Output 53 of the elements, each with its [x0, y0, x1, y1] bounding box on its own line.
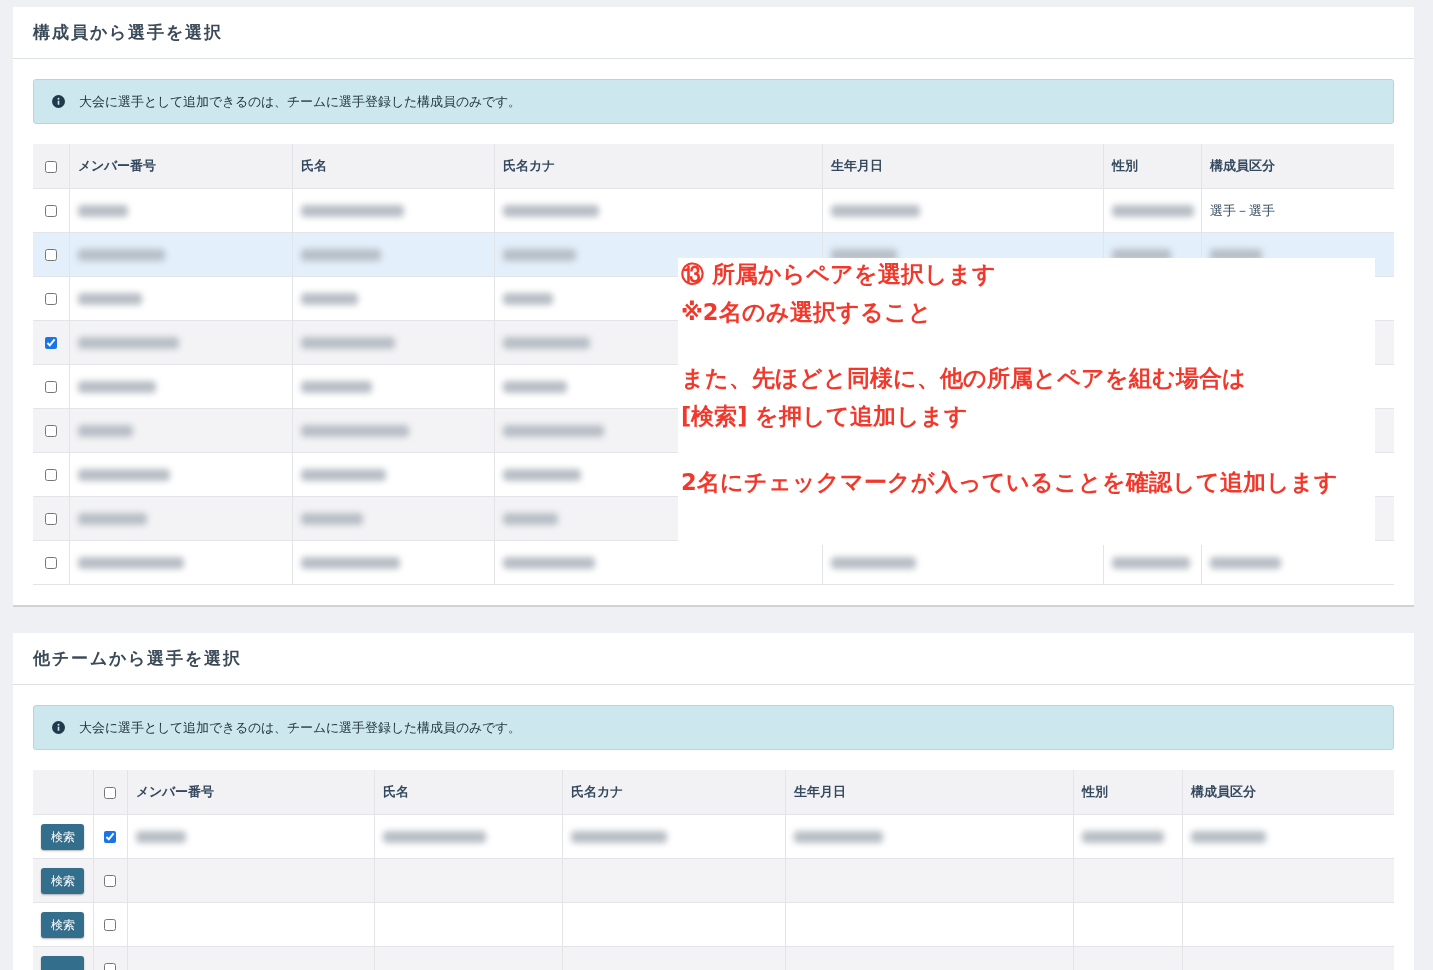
row-checkbox[interactable]	[104, 875, 116, 887]
row-checkbox[interactable]	[44, 293, 57, 305]
section-title: 構成員から選手を選択	[13, 7, 1414, 59]
annotation-text: また、先ほどと同様に、他の所属とペアを組む場合は	[681, 364, 1247, 392]
select-all-checkbox[interactable]	[44, 160, 57, 173]
annotation-text: [検索] を押して追加します	[681, 402, 970, 430]
search-button[interactable]: 検索	[41, 911, 85, 938]
blurred-text	[502, 381, 567, 393]
search-button[interactable]: 検索	[41, 823, 85, 850]
annotation-text: ※2名のみ選択すること	[681, 298, 933, 326]
blurred-text	[502, 513, 558, 525]
column-header: 氏名カナ	[562, 770, 785, 815]
column-header: メンバー番号	[69, 144, 292, 189]
annotation-text: 2名にチェックマークが入っていることを確認して追加します	[681, 468, 1339, 496]
info-icon	[52, 721, 65, 734]
section-title: 他チームから選手を選択	[13, 633, 1414, 685]
blurred-text	[135, 831, 186, 843]
blurred-text	[300, 293, 358, 305]
blurred-text	[300, 381, 372, 393]
row-checkbox[interactable]	[44, 469, 57, 481]
row-checkbox[interactable]	[44, 557, 57, 569]
blurred-text	[77, 513, 147, 525]
column-header: メンバー番号	[127, 770, 374, 815]
blurred-text	[77, 293, 142, 305]
column-header: 氏名	[374, 770, 562, 815]
table-cell: 選手－選手	[1209, 202, 1275, 218]
info-text: 大会に選手として追加できるのは、チームに選手登録した構成員のみです。	[79, 93, 521, 110]
row-checkbox[interactable]	[44, 205, 57, 217]
row-checkbox[interactable]	[44, 381, 57, 393]
column-header: 性別	[1073, 770, 1182, 815]
row-checkbox[interactable]	[44, 337, 57, 349]
column-header: 構成員区分	[1182, 770, 1394, 815]
column-header: 生年月日	[785, 770, 1073, 815]
blurred-text	[77, 425, 133, 437]
info-icon	[52, 95, 65, 108]
column-header: 生年月日	[822, 144, 1103, 189]
row-checkbox[interactable]	[44, 425, 57, 437]
info-text: 大会に選手として追加できるのは、チームに選手登録した構成員のみです。	[79, 719, 521, 736]
search-button[interactable]: 検索	[41, 867, 85, 894]
blurred-text	[1209, 557, 1281, 569]
column-header: 構成員区分	[1201, 144, 1394, 189]
column-header: 氏名	[292, 144, 494, 189]
column-header: 氏名カナ	[494, 144, 822, 189]
row-checkbox[interactable]	[104, 831, 116, 843]
annotation-text: ⑬ 所属からペアを選択します	[681, 260, 997, 288]
row-checkbox[interactable]	[44, 249, 57, 261]
blurred-text	[502, 293, 553, 305]
blurred-text	[77, 205, 128, 217]
column-header: 性別	[1103, 144, 1201, 189]
row-checkbox[interactable]	[104, 919, 116, 931]
row-checkbox[interactable]	[44, 513, 57, 525]
select-all-checkbox[interactable]	[104, 786, 116, 799]
blurred-text	[300, 513, 363, 525]
